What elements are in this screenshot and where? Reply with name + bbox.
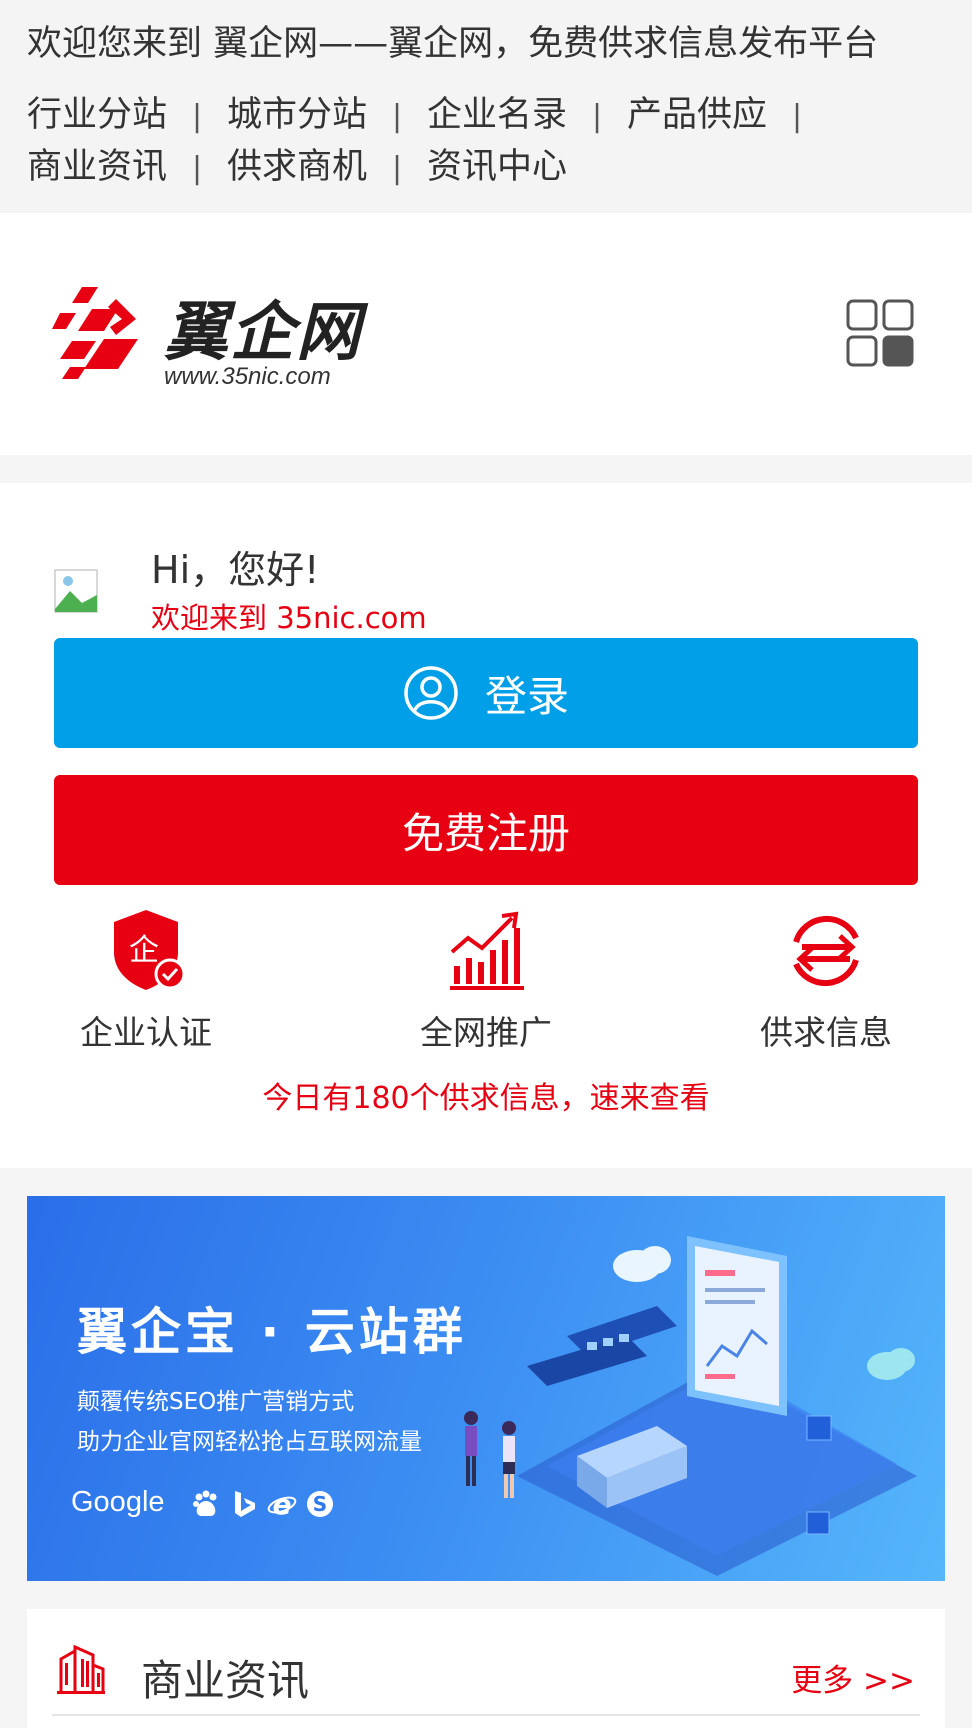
separator: | xyxy=(391,99,403,134)
logo-url: www.35nic.com xyxy=(164,363,331,390)
top-nav: 行业分站 | 城市分站 | 企业名录 | 产品供应 | 商业资讯 | 供求商机 | 资讯中心 xyxy=(27,90,945,194)
top-nav-news-center[interactable]: 资讯中心 xyxy=(427,147,567,187)
register-button[interactable]: 免费注册 xyxy=(54,775,918,885)
separator: | xyxy=(591,99,603,134)
sogou-icon: S xyxy=(307,1491,333,1517)
user-panel: Hi，您好! 欢迎来到 35nic.com 登录 免费注册 企 企业认证 全网推… xyxy=(0,483,972,1168)
separator: | xyxy=(792,99,803,134)
welcome-text: 欢迎您来到 翼企网——翼企网，免费供求信息发布平台 xyxy=(27,24,879,64)
top-nav-row-1: 行业分站 | 城市分站 | 企业名录 | 产品供应 | xyxy=(27,90,945,142)
top-nav-row-2: 商业资讯 | 供求商机 | 资讯中心 xyxy=(27,142,945,194)
banner-subtitle-2: 助力企业官网轻松抢占互联网流量 xyxy=(77,1429,422,1455)
feature-enterprise-certification[interactable]: 企 企业认证 xyxy=(36,908,256,1054)
grid-menu-icon[interactable] xyxy=(846,299,914,367)
feature-supply-demand[interactable]: 供求信息 xyxy=(716,908,936,1054)
feature-label: 全网推广 xyxy=(420,1013,552,1052)
separator: | xyxy=(391,151,403,186)
top-nav-business-news[interactable]: 商业资讯 xyxy=(27,147,167,187)
site-logo[interactable]: 翼企网 www.35nic.com xyxy=(52,279,382,409)
building-icon xyxy=(57,1645,105,1694)
welcome-subtitle: 欢迎来到 35nic.com xyxy=(151,601,427,635)
feature-promotion[interactable]: 全网推广 xyxy=(376,908,596,1054)
baidu-icon xyxy=(193,1490,217,1516)
logo-mark-icon xyxy=(52,287,138,379)
feature-label: 供求信息 xyxy=(760,1013,892,1052)
banner-subtitle-1: 颠覆传统SEO推广营销方式 xyxy=(77,1389,355,1415)
svg-text:e: e xyxy=(273,1489,292,1519)
separator: | xyxy=(191,151,203,186)
logo-name: 翼企网 xyxy=(164,297,362,368)
feature-label: 企业认证 xyxy=(80,1013,212,1052)
google-logo: Google xyxy=(71,1486,165,1518)
login-button[interactable]: 登录 xyxy=(54,638,918,748)
top-nav-opportunities[interactable]: 供求商机 xyxy=(227,147,367,187)
register-label: 免费注册 xyxy=(401,808,570,858)
divider xyxy=(52,1714,920,1716)
promotion-chart-icon xyxy=(450,911,524,990)
avatar xyxy=(54,569,98,613)
user-icon xyxy=(404,666,458,720)
enterprise-certified-icon: 企 xyxy=(114,910,186,990)
top-nav-directory[interactable]: 企业名录 xyxy=(427,95,567,135)
feature-links: 企 企业认证 全网推广 供求信息 xyxy=(0,908,972,1058)
section-title: 商业资讯 xyxy=(141,1656,310,1705)
supply-demand-icon xyxy=(793,915,859,987)
login-label: 登录 xyxy=(484,671,569,721)
top-nav-products[interactable]: 产品供应 xyxy=(627,95,767,135)
banner-title: 翼企宝 · 云站群 xyxy=(77,1303,467,1361)
top-nav-industry[interactable]: 行业分站 xyxy=(27,95,167,135)
more-link[interactable]: 更多 >> xyxy=(791,1655,915,1700)
site-header: 翼企网 www.35nic.com xyxy=(0,213,972,455)
top-info-bar: 欢迎您来到 翼企网——翼企网，免费供求信息发布平台 行业分站 | 城市分站 | 企业名录… xyxy=(0,0,972,213)
bing-icon xyxy=(235,1491,255,1517)
top-nav-city[interactable]: 城市分站 xyxy=(227,95,367,135)
promo-banner[interactable]: 翼企宝 · 云站群 颠覆传统SEO推广营销方式 助力企业官网轻松抢占互联网流量 … xyxy=(27,1196,945,1581)
isometric-illustration xyxy=(464,1236,917,1576)
svg-text:S: S xyxy=(313,1492,327,1516)
business-news-section: 商业资讯 更多 >> xyxy=(27,1609,945,1728)
separator: | xyxy=(191,99,203,134)
ie-icon: e xyxy=(267,1489,297,1519)
today-notice[interactable]: 今日有180个供求信息，速来查看 xyxy=(0,1073,972,1117)
svg-text:企: 企 xyxy=(129,933,159,968)
greeting: Hi，您好! xyxy=(151,548,320,592)
